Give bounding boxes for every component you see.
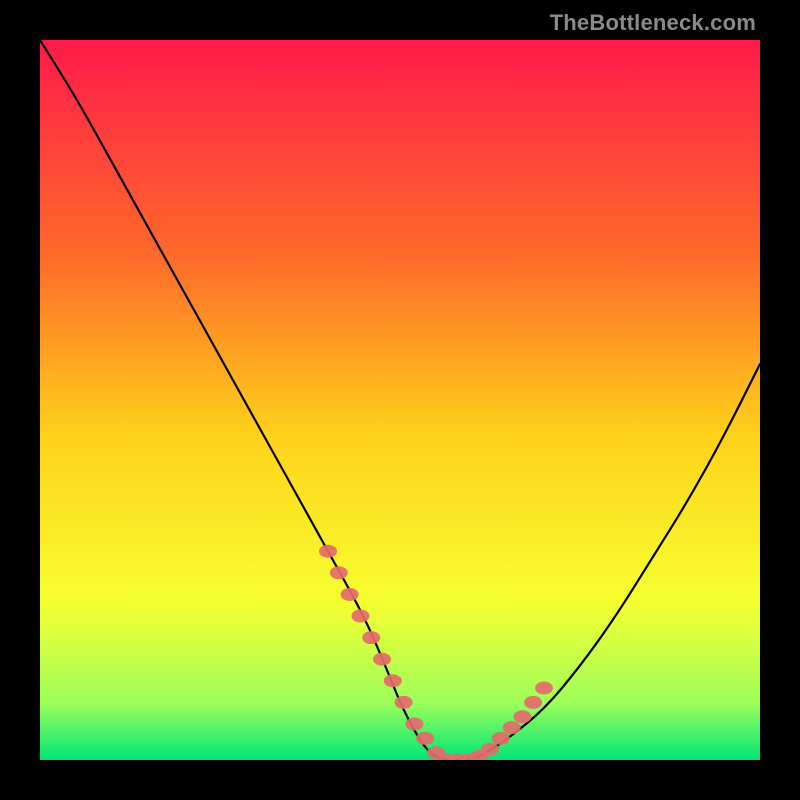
highlight-dot [405,718,423,731]
plot-background [40,40,760,760]
bottleneck-chart [40,40,760,760]
chart-svg [40,40,760,760]
highlight-dot [362,631,380,644]
highlight-dot [395,696,413,709]
highlight-dot [524,696,542,709]
highlight-dot [503,721,521,734]
highlight-dot [416,732,434,745]
highlight-dot [373,653,391,666]
highlight-dot [330,566,348,579]
watermark-text: TheBottleneck.com [550,10,756,36]
highlight-dot [319,545,337,558]
highlight-dot [341,588,359,601]
highlight-dot [351,610,369,623]
highlight-dot [384,674,402,687]
highlight-dot [535,682,553,695]
highlight-dot [513,710,531,723]
highlight-dot [481,743,499,756]
highlight-dot [492,732,510,745]
